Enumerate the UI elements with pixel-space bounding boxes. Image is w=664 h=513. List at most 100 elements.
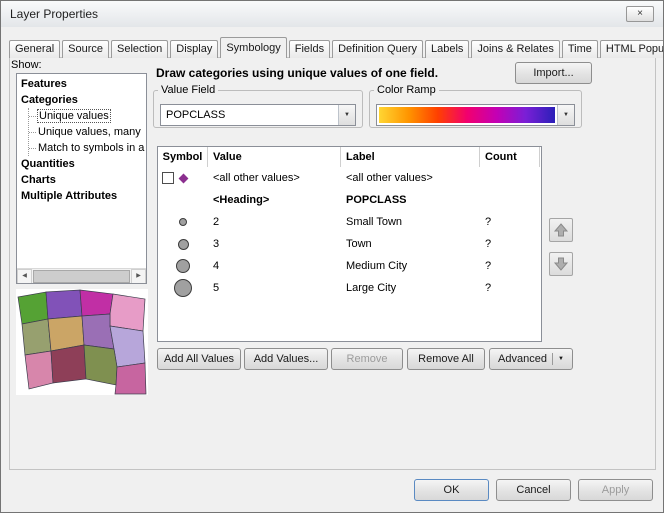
remove-all-button[interactable]: Remove All — [407, 348, 485, 370]
table-row-medium-city[interactable]: 4 Medium City ? — [158, 255, 541, 277]
scroll-right-icon: ▶ — [136, 273, 141, 279]
label-cell: Medium City — [341, 260, 480, 272]
tab-html-popup[interactable]: HTML Popup — [600, 40, 664, 58]
tree-item-unique-values-many[interactable]: Unique values, many — [29, 124, 146, 140]
value-cell: <Heading> — [208, 194, 341, 206]
circle-symbol-icon — [174, 279, 192, 297]
scroll-right-button[interactable]: ▶ — [131, 269, 146, 284]
window-title: Layer Properties — [10, 7, 98, 21]
tree-item-unique-values[interactable]: Unique values — [29, 108, 146, 124]
import-button[interactable]: Import... — [515, 62, 592, 84]
circle-symbol-icon — [179, 218, 187, 226]
tab-general[interactable]: General — [9, 40, 60, 58]
color-ramp-dropdown[interactable]: ▼ — [376, 104, 575, 126]
circle-symbol-icon — [176, 259, 190, 273]
layer-properties-dialog: Layer Properties × General Source Select… — [0, 0, 664, 513]
chevron-down-icon: ▼ — [338, 105, 355, 125]
tab-fields[interactable]: Fields — [289, 40, 330, 58]
dropdown-arrow-icon: ▼ — [558, 356, 564, 362]
value-cell: <all other values> — [208, 172, 341, 184]
symbol-cell — [158, 239, 208, 250]
all-other-values-checkbox[interactable] — [162, 172, 174, 184]
value-cell: 3 — [208, 238, 341, 250]
down-arrow-icon — [553, 256, 569, 272]
add-values-button[interactable]: Add Values... — [244, 348, 328, 370]
tree-item-features[interactable]: Features — [17, 76, 146, 92]
remove-button[interactable]: Remove — [331, 348, 403, 370]
move-up-button[interactable] — [549, 218, 573, 242]
label-cell: <all other values> — [341, 172, 480, 184]
value-field-dropdown[interactable]: POPCLASS ▼ — [160, 104, 356, 126]
table-row-town[interactable]: 3 Town ? — [158, 233, 541, 255]
tree-item-charts[interactable]: Charts — [17, 172, 146, 188]
close-icon: × — [637, 8, 643, 19]
cancel-button[interactable]: Cancel — [496, 479, 571, 501]
table-row-all-other-values[interactable]: <all other values> <all other values> — [158, 167, 541, 189]
label-cell: Small Town — [341, 216, 480, 228]
tree-horizontal-scrollbar[interactable]: ◀ ▶ — [17, 268, 146, 283]
tree-item-multiple-attributes[interactable]: Multiple Attributes — [17, 188, 146, 204]
values-table: Symbol Value Label Count <all other valu… — [157, 146, 542, 342]
move-down-button[interactable] — [549, 252, 573, 276]
tab-display[interactable]: Display — [170, 40, 218, 58]
table-row-large-city[interactable]: 5 Large City ? — [158, 277, 541, 299]
chevron-glyph: ▼ — [563, 112, 569, 118]
symbol-cell — [158, 172, 208, 184]
method-description: Draw categories using unique values of o… — [156, 66, 438, 80]
show-tree: Features Categories Unique values Unique… — [16, 73, 147, 284]
tab-selection[interactable]: Selection — [111, 40, 168, 58]
chevron-down-icon: ▼ — [557, 105, 574, 125]
chevron-glyph: ▼ — [344, 112, 350, 118]
show-label: Show: — [11, 59, 42, 71]
map-svg — [16, 289, 148, 395]
count-cell: ? — [480, 282, 540, 294]
advanced-label: Advanced — [498, 353, 547, 365]
value-field-group-label: Value Field — [158, 84, 218, 96]
close-button[interactable]: × — [626, 6, 654, 22]
value-cell: 4 — [208, 260, 341, 272]
symbol-cell — [158, 259, 208, 273]
tab-definition-query[interactable]: Definition Query — [332, 40, 423, 58]
tab-joins-relates[interactable]: Joins & Relates — [471, 40, 559, 58]
tab-source[interactable]: Source — [62, 40, 109, 58]
color-ramp-preview — [379, 107, 555, 123]
label-cell: POPCLASS — [341, 194, 480, 206]
scrollbar-thumb[interactable] — [33, 270, 130, 283]
tab-time[interactable]: Time — [562, 40, 598, 58]
color-ramp-group-label: Color Ramp — [374, 84, 439, 96]
scroll-left-button[interactable]: ◀ — [17, 269, 32, 284]
label-cell: Town — [341, 238, 480, 250]
titlebar[interactable]: Layer Properties × — [1, 1, 663, 27]
tree-children: Unique values Unique values, many Match … — [28, 108, 146, 156]
value-cell: 5 — [208, 282, 341, 294]
count-cell: ? — [480, 260, 540, 272]
tree-item-match-symbols[interactable]: Match to symbols in a — [29, 140, 146, 156]
column-header-symbol[interactable]: Symbol — [158, 147, 208, 167]
apply-button[interactable]: Apply — [578, 479, 653, 501]
tab-symbology[interactable]: Symbology — [220, 37, 286, 58]
selected-tree-label: Unique values — [38, 110, 110, 122]
circle-symbol-icon — [178, 239, 189, 250]
column-header-count[interactable]: Count — [480, 147, 540, 167]
advanced-button[interactable]: Advanced ▼ — [489, 348, 573, 370]
tree-item-categories[interactable]: Categories — [17, 92, 146, 108]
table-row-heading[interactable]: <Heading> POPCLASS — [158, 189, 541, 211]
symbol-cell — [158, 279, 208, 297]
add-all-values-button[interactable]: Add All Values — [157, 348, 241, 370]
scroll-left-icon: ◀ — [22, 273, 27, 279]
count-cell: ? — [480, 238, 540, 250]
column-header-value[interactable]: Value — [208, 147, 341, 167]
diamond-symbol-icon — [179, 173, 189, 183]
column-header-label[interactable]: Label — [341, 147, 480, 167]
tree-item-quantities[interactable]: Quantities — [17, 156, 146, 172]
value-cell: 2 — [208, 216, 341, 228]
table-row-small-town[interactable]: 2 Small Town ? — [158, 211, 541, 233]
symbol-cell — [158, 218, 208, 226]
tab-labels[interactable]: Labels — [425, 40, 469, 58]
table-header: Symbol Value Label Count — [158, 147, 541, 167]
ok-button[interactable]: OK — [414, 479, 489, 501]
value-field-selected: POPCLASS — [161, 109, 338, 121]
count-cell: ? — [480, 216, 540, 228]
divider — [552, 353, 553, 365]
up-arrow-icon — [553, 222, 569, 238]
